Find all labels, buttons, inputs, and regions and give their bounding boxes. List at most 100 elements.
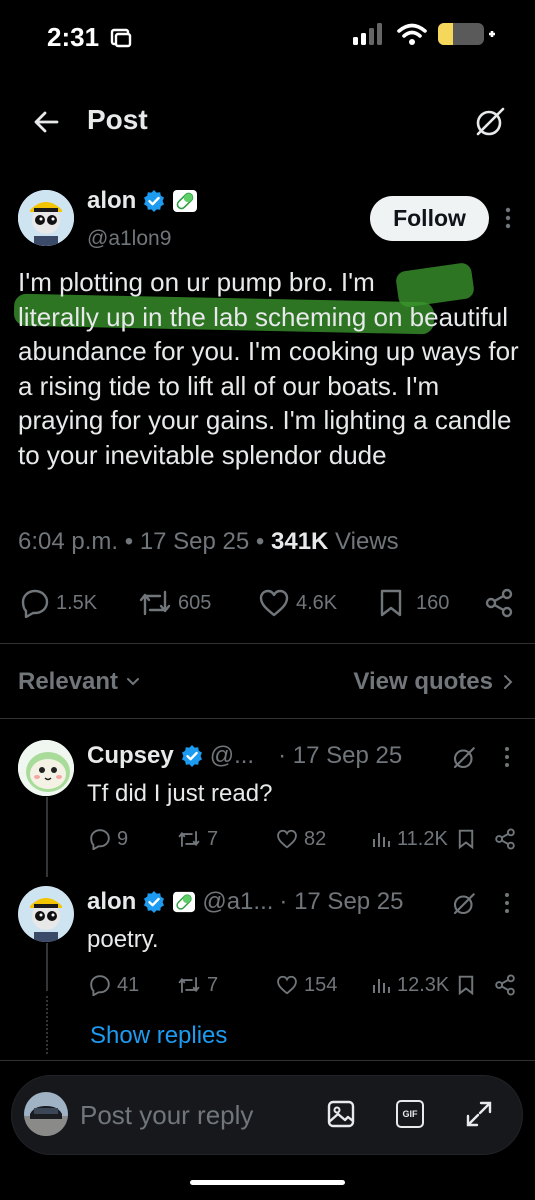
wifi-icon — [397, 23, 427, 45]
pill-badge-icon — [173, 891, 196, 913]
chevron-right-icon — [504, 675, 513, 689]
sort-relevant-dropdown[interactable]: Relevant — [18, 668, 140, 696]
show-replies-link[interactable]: Show replies — [90, 1022, 227, 1050]
battery-icon — [438, 23, 495, 45]
reply-date[interactable]: · 17 Sep 25 — [279, 888, 403, 916]
repost-button[interactable]: 605 — [138, 588, 211, 618]
reply-header: Cupsey @... · 17 Sep 25 — [87, 742, 402, 770]
page-title: Post — [87, 104, 148, 135]
author-name: alon — [87, 187, 137, 214]
verified-badge-icon — [144, 891, 165, 913]
reply-icon — [90, 829, 110, 850]
reply-more-button[interactable] — [503, 892, 511, 914]
heart-icon — [277, 829, 297, 849]
reply-author-name[interactable]: Cupsey — [87, 742, 174, 770]
reply-views-button[interactable]: 12.3K — [371, 974, 449, 997]
reply-share-button[interactable] — [494, 828, 516, 850]
reply-share-button[interactable] — [494, 974, 516, 996]
post-text-highlight-2: literally up in the lab scheming — [18, 301, 367, 332]
bookmark-count: 160 — [416, 591, 450, 614]
bookmark-button[interactable]: 160 — [378, 588, 449, 618]
reply-actions: 9 7 82 11.2K — [0, 826, 535, 852]
repost-count: 605 — [178, 591, 212, 614]
bookmark-icon — [458, 829, 474, 850]
divider — [0, 643, 535, 644]
reply-button[interactable]: 1.5K — [20, 588, 97, 618]
view-quotes-link[interactable]: View quotes — [353, 668, 513, 696]
reply-date[interactable]: · 17 Sep 25 — [278, 742, 402, 770]
reply-views-button[interactable]: 11.2K — [371, 828, 448, 851]
reply-author-handle[interactable]: @a1... — [202, 888, 273, 916]
like-button[interactable]: 4.6K — [258, 588, 337, 618]
reply-count: 1.5K — [56, 591, 98, 614]
divider — [0, 718, 535, 719]
author-avatar[interactable] — [18, 190, 74, 246]
bookmark-icon — [380, 589, 402, 617]
add-image-button[interactable] — [327, 1100, 355, 1128]
thread-dotted-line — [46, 996, 48, 1054]
more-options-button[interactable] — [504, 206, 512, 230]
add-gif-button[interactable]: GIF — [396, 1100, 424, 1128]
like-count: 4.6K — [296, 591, 338, 614]
vertical-ellipsis-icon — [505, 893, 509, 913]
reply-reply-button[interactable]: 9 — [89, 828, 128, 851]
reply-icon — [21, 589, 49, 618]
reply-author-handle[interactable]: @... — [210, 742, 254, 770]
reply-avatar-alon[interactable] — [18, 886, 74, 942]
slashed-circle-icon — [453, 747, 475, 769]
reply-avatar-cupsey[interactable] — [18, 740, 74, 796]
like-count: 82 — [304, 827, 327, 850]
bookmark-icon — [458, 975, 474, 996]
slashed-circle-icon — [476, 107, 505, 136]
reply-count: 9 — [117, 827, 129, 850]
expand-icon — [466, 1101, 492, 1127]
post-text: I'm plotting on ur pump bro. I'm literall… — [18, 265, 523, 472]
reply-text: Tf did I just read? — [87, 780, 273, 807]
view-quotes-label: View quotes — [353, 668, 493, 695]
verified-badge-icon — [144, 190, 165, 212]
meta-separator: • — [124, 528, 134, 555]
reply-more-button[interactable] — [503, 746, 511, 768]
grok-button[interactable] — [452, 892, 476, 916]
reply-like-button[interactable]: 154 — [276, 974, 337, 997]
share-icon — [495, 828, 515, 850]
grok-button[interactable] — [452, 746, 476, 770]
reply-count: 41 — [117, 973, 140, 996]
author-name-row[interactable]: alon — [87, 187, 198, 215]
composer-avatar — [24, 1092, 68, 1136]
status-icons — [353, 22, 495, 46]
grok-button[interactable] — [474, 106, 506, 138]
follow-button[interactable]: Follow — [370, 196, 489, 241]
gif-label: GIF — [402, 1109, 418, 1119]
sort-label: Relevant — [18, 668, 119, 695]
home-indicator[interactable] — [190, 1180, 345, 1185]
reply-repost-button[interactable]: 7 — [177, 828, 218, 851]
post-date: 17 Sep 25 — [139, 528, 250, 555]
views-count: 12.3K — [397, 973, 450, 996]
post-time: 6:04 p.m. — [18, 528, 119, 555]
reply-bookmark-button[interactable] — [457, 974, 475, 996]
views-label: Views — [335, 528, 399, 555]
pill-badge-icon — [173, 190, 198, 212]
views-count: 11.2K — [397, 827, 448, 850]
reply-bookmark-button[interactable] — [457, 828, 475, 850]
slashed-circle-icon — [453, 893, 475, 915]
author-handle[interactable]: @a1lon9 — [87, 227, 171, 251]
repost-count: 7 — [207, 973, 219, 996]
reply-repost-button[interactable]: 7 — [177, 974, 218, 997]
reply-like-button[interactable]: 82 — [276, 828, 326, 851]
back-button[interactable] — [32, 108, 60, 136]
arrow-left-icon — [34, 111, 59, 133]
reply-actions: 41 7 154 12.3K — [0, 972, 535, 998]
image-icon — [327, 1100, 355, 1128]
reply-author-name[interactable]: alon — [87, 888, 136, 916]
reply-header: alon @a1... · 17 Sep 25 — [87, 888, 404, 916]
vertical-ellipsis-icon — [505, 207, 511, 229]
expand-composer-button[interactable] — [465, 1100, 493, 1128]
vertical-ellipsis-icon — [505, 747, 509, 767]
post-text-highlight-1: I'm — [340, 267, 375, 297]
reply-reply-button[interactable]: 41 — [89, 974, 139, 997]
reply-input-placeholder[interactable]: Post your reply — [80, 1100, 253, 1131]
share-button[interactable] — [484, 588, 514, 618]
reply-text: poetry. — [87, 926, 159, 953]
